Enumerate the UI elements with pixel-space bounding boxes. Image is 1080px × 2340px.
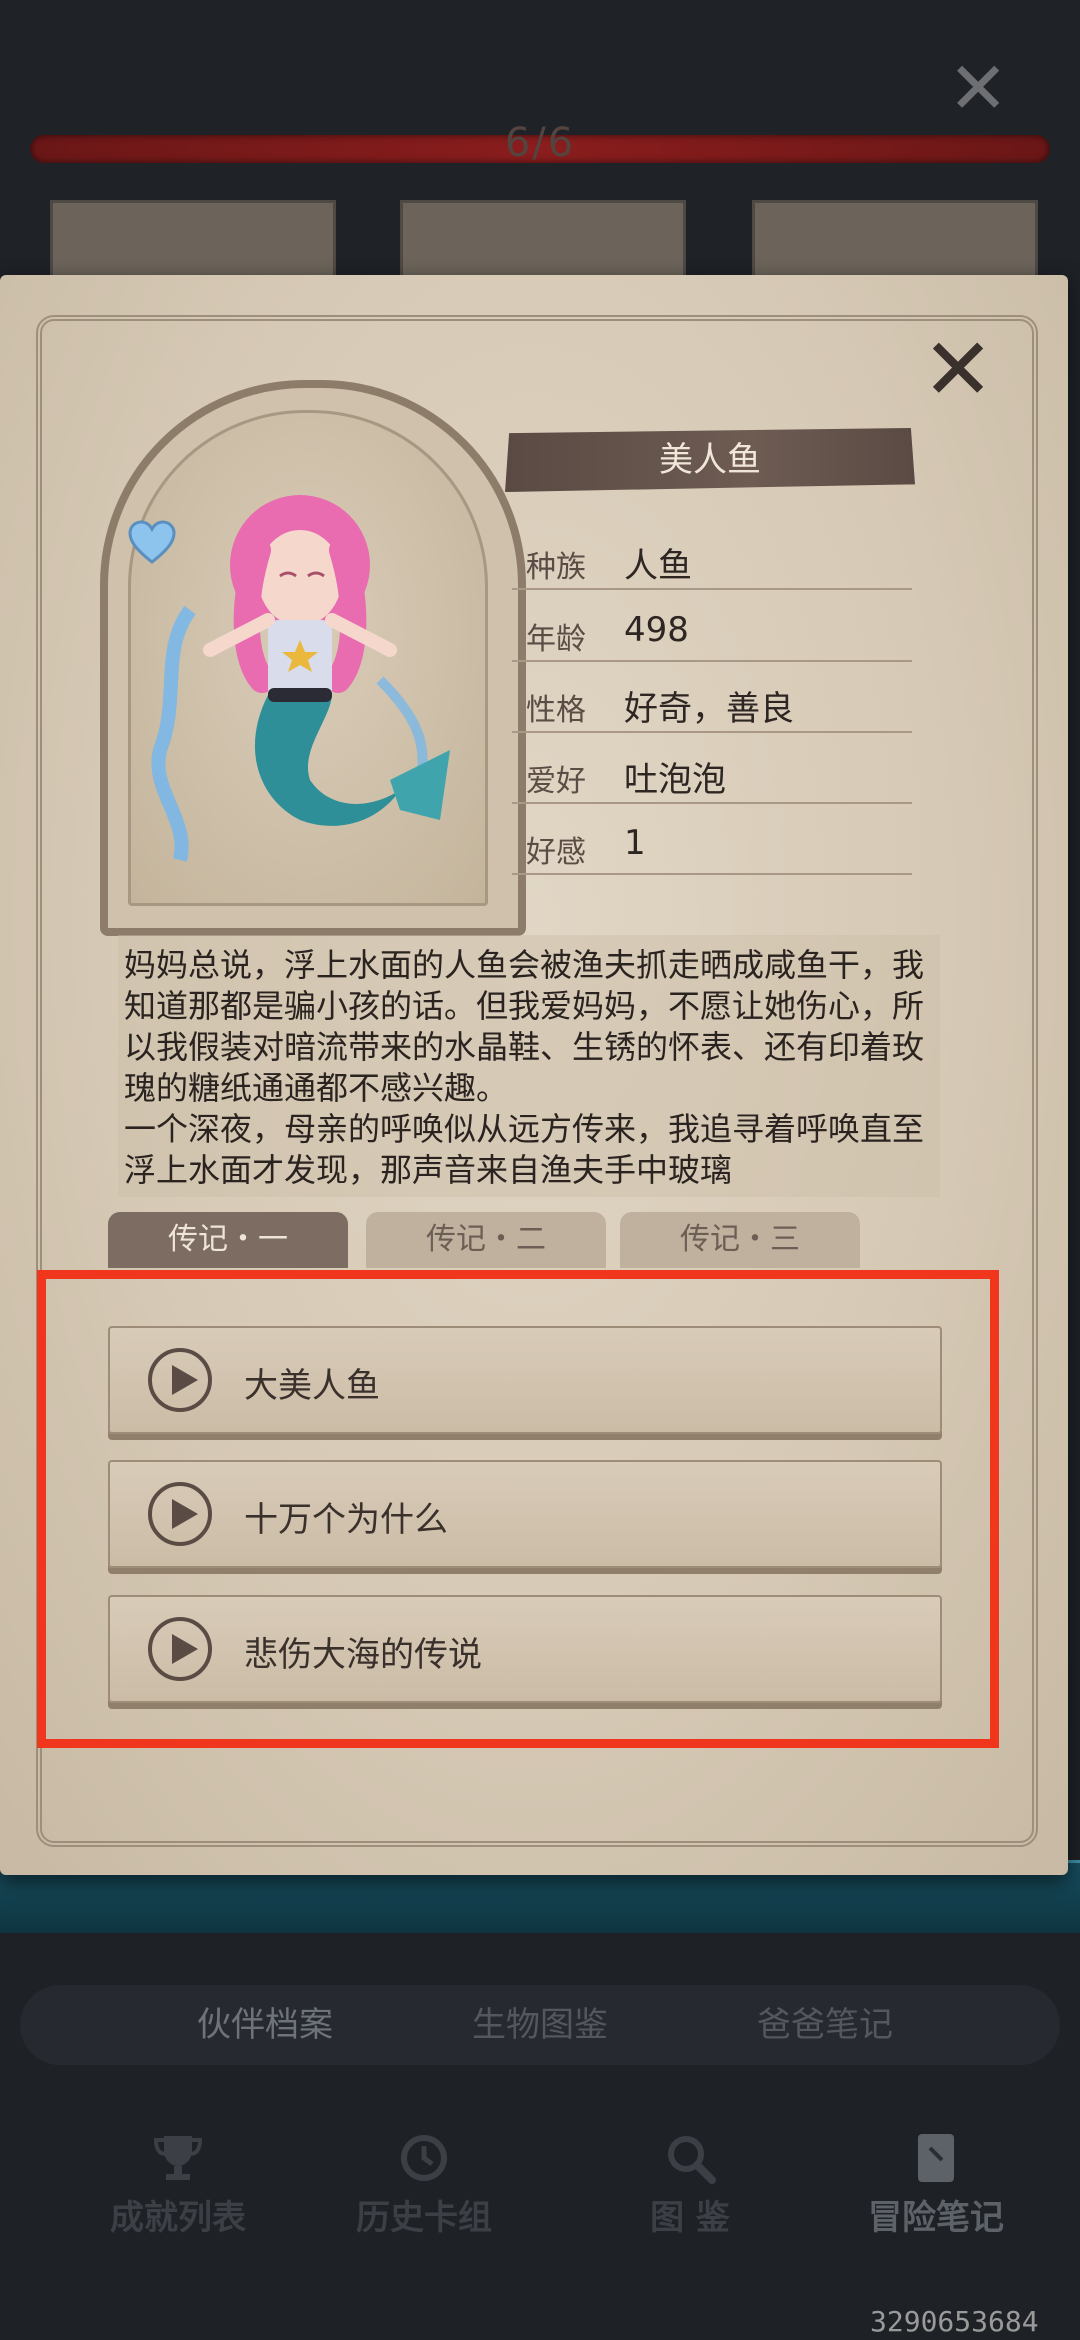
- info-label: 性格: [526, 693, 586, 728]
- nav-encyclopedia[interactable]: 图 鉴: [580, 2130, 800, 2250]
- info-value: 498: [624, 610, 689, 650]
- history-icon: [401, 2135, 447, 2181]
- close-icon[interactable]: ✕: [948, 52, 1008, 124]
- nav-label: 图 鉴: [650, 2198, 730, 2238]
- trophy-icon: [153, 2136, 203, 2180]
- info-label: 好感: [526, 835, 586, 870]
- info-label: 年龄: [526, 622, 586, 657]
- info-row-personality: 性格 好奇，善良: [512, 671, 912, 733]
- nav-history-decks[interactable]: 历史卡组: [314, 2130, 534, 2250]
- tab-biography-3[interactable]: 传记・三: [620, 1212, 860, 1268]
- close-icon[interactable]: ✕: [918, 327, 998, 413]
- info-row-age: 年龄 498: [512, 600, 912, 662]
- nav-label: 历史卡组: [356, 2198, 492, 2238]
- magnifier-icon: [668, 2136, 716, 2184]
- info-value: 1: [624, 823, 646, 863]
- notebook-icon: [918, 2134, 954, 2182]
- info-row-race: 种族 人鱼: [512, 528, 912, 590]
- subnav-partner-profile[interactable]: 伙伴档案: [135, 1985, 395, 2065]
- character-name: 美人鱼: [505, 428, 915, 492]
- info-label: 爱好: [526, 764, 586, 799]
- story-text[interactable]: 妈妈总说，浮上水面的人鱼会被渔夫抓走晒成咸鱼干，我知道那都是骗小孩的话。但我爱妈…: [124, 945, 938, 1197]
- subnav-dad-notes[interactable]: 爸爸笔记: [695, 1985, 955, 2065]
- mermaid-portrait: [151, 495, 450, 862]
- watermark: 3290653684: [870, 2305, 1039, 2338]
- highlight-box: [37, 1270, 999, 1748]
- nav-label: 冒险笔记: [868, 2198, 1004, 2238]
- subnav-creature-guide[interactable]: 生物图鉴: [410, 1985, 670, 2065]
- tab-biography-2[interactable]: 传记・二: [366, 1212, 606, 1268]
- tab-biography-1[interactable]: 传记・一: [108, 1212, 348, 1268]
- info-value: 好奇，善良: [624, 689, 794, 729]
- nav-label: 成就列表: [110, 2198, 246, 2238]
- nav-adventure-notes[interactable]: 冒险笔记: [826, 2130, 1046, 2250]
- info-value: 吐泡泡: [624, 760, 726, 800]
- progress-text: 6/6: [504, 120, 576, 166]
- info-value: 人鱼: [624, 546, 692, 586]
- info-label: 种族: [526, 550, 586, 585]
- nav-achievements[interactable]: 成就列表: [68, 2130, 288, 2250]
- info-row-affection: 好感 1: [512, 813, 912, 875]
- info-row-hobby: 爱好 吐泡泡: [512, 742, 912, 804]
